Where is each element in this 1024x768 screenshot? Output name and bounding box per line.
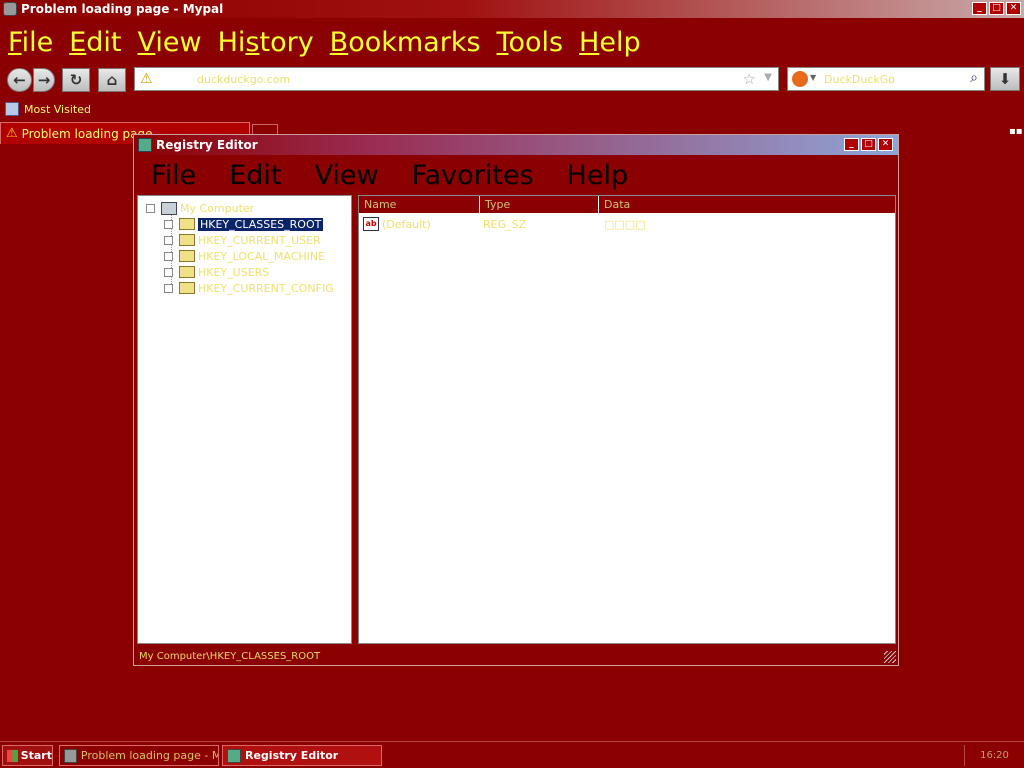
tree-item-hkey-classes-root[interactable]: HKEY_CLASSES_ROOT — [164, 216, 325, 232]
tree-item-hkey-local-machine[interactable]: HKEY_LOCAL_MACHINE — [164, 248, 325, 264]
tree-label: HKEY_CLASSES_ROOT — [196, 216, 325, 232]
expander-icon[interactable] — [164, 283, 173, 293]
folder-open-icon — [179, 218, 195, 230]
bookmark-most-visited[interactable]: Most Visited — [24, 103, 91, 116]
regedit-maximize-button[interactable]: □ — [861, 138, 876, 151]
start-label: Start — [20, 749, 52, 762]
folder-icon — [179, 250, 195, 262]
menu-bookmarks[interactable]: Bookmarks — [330, 27, 481, 58]
search-placeholder: DuckDuckGo — [824, 73, 895, 86]
most-visited-icon — [5, 102, 19, 116]
maximize-button[interactable]: □ — [989, 2, 1004, 15]
menu-view[interactable]: View — [138, 27, 202, 58]
column-name[interactable]: Name — [359, 196, 480, 213]
registry-tree-pane[interactable]: My Computer HKEY_CLASSES_ROOT HKEY_CURRE… — [137, 195, 352, 644]
expander-icon[interactable] — [164, 267, 173, 277]
window-title: Problem loading page - Mypal — [21, 2, 224, 16]
regedit-task-icon — [227, 748, 241, 763]
values-column-header: Name Type Data — [359, 196, 895, 213]
task-label: Registry Editor — [245, 749, 339, 762]
regedit-title-bar: Registry Editor _ □ ✕ — [134, 135, 898, 155]
regedit-title: Registry Editor — [156, 138, 258, 152]
browser-menu-bar: File Edit View History Bookmarks Tools H… — [0, 22, 649, 62]
reload-button[interactable]: ↻ — [62, 68, 90, 92]
column-data[interactable]: Data — [599, 196, 890, 213]
tree-item-hkey-users[interactable]: HKEY_USERS — [164, 264, 269, 280]
regedit-app-icon — [138, 138, 152, 152]
folder-icon — [179, 266, 195, 278]
string-value-icon: ab — [363, 217, 379, 231]
tree-label: HKEY_LOCAL_MACHINE — [198, 249, 326, 263]
task-label: Problem loading page - M... — [80, 749, 218, 762]
mypal-app-icon — [3, 2, 17, 16]
regedit-menu-view[interactable]: View — [314, 160, 378, 191]
minimize-button[interactable]: _ — [972, 2, 987, 15]
url-bar[interactable]: ⚠ duckduckgo.com ☆ ▼ — [134, 67, 779, 91]
computer-icon — [161, 201, 177, 215]
regedit-status-bar: My Computer\HKEY_CLASSES_ROOT — [139, 651, 321, 662]
expander-icon[interactable] — [164, 235, 173, 245]
menu-edit[interactable]: Edit — [69, 27, 121, 58]
regedit-menu-edit[interactable]: Edit — [229, 160, 281, 191]
registry-editor-window: Registry Editor _ □ ✕ File Edit View Fav… — [133, 134, 899, 666]
value-type: REG_SZ — [483, 217, 527, 231]
menu-file[interactable]: File — [8, 27, 53, 58]
tree-label: HKEY_CURRENT_USER — [198, 233, 321, 247]
home-button[interactable]: ⌂ — [98, 68, 126, 92]
forward-button[interactable]: → — [33, 68, 55, 92]
tree-label: HKEY_CURRENT_CONFIG — [198, 281, 334, 295]
value-name: (Default) — [382, 217, 431, 231]
regedit-menu-help[interactable]: Help — [567, 160, 629, 191]
taskbar-item-regedit[interactable]: Registry Editor — [222, 745, 382, 766]
menu-tools[interactable]: Tools — [497, 27, 564, 58]
system-tray-clock: 16:20 — [964, 745, 1024, 766]
search-icon[interactable]: ⌕ — [970, 70, 978, 86]
regedit-menu-favorites[interactable]: Favorites — [412, 160, 534, 191]
value-data: □□□□ — [604, 217, 646, 231]
warning-icon: ⚠ — [140, 71, 153, 87]
mypal-task-icon — [64, 748, 77, 763]
registry-values-pane[interactable]: Name Type Data ab (Default) REG_SZ □□□□ — [358, 195, 896, 644]
tree-item-hkey-current-config[interactable]: HKEY_CURRENT_CONFIG — [164, 280, 334, 296]
column-type[interactable]: Type — [480, 196, 599, 213]
value-row[interactable]: ab (Default) REG_SZ □□□□ — [363, 216, 646, 232]
folder-icon — [179, 234, 195, 246]
tab-warning-icon: ⚠ — [6, 126, 18, 141]
start-button[interactable]: Start — [2, 745, 53, 766]
expander-icon[interactable] — [164, 219, 173, 229]
regedit-close-button[interactable]: ✕ — [878, 138, 893, 151]
downloads-button[interactable]: ⬇ — [990, 67, 1020, 91]
tree-item-hkey-current-user[interactable]: HKEY_CURRENT_USER — [164, 232, 321, 248]
search-bar[interactable]: ▼ DuckDuckGo ⌕ — [787, 67, 985, 91]
expander-icon[interactable] — [164, 251, 173, 261]
taskbar: Start Problem loading page - M... Regist… — [0, 741, 1024, 768]
folder-icon — [179, 282, 195, 294]
regedit-menu-file[interactable]: File — [151, 160, 196, 191]
taskbar-item-mypal[interactable]: Problem loading page - M... — [59, 745, 219, 766]
expander-icon[interactable] — [146, 203, 155, 213]
regedit-minimize-button[interactable]: _ — [844, 138, 859, 151]
list-all-tabs-icon[interactable]: ▪▪ — [1009, 127, 1023, 137]
search-engine-icon[interactable] — [792, 71, 808, 87]
bookmark-star-icon[interactable]: ☆ — [743, 70, 756, 88]
tree-label: HKEY_USERS — [198, 265, 270, 279]
tree-label: My Computer — [180, 201, 255, 215]
windows-logo-icon — [7, 749, 18, 762]
browser-title-bar: Problem loading page - Mypal _ □ ✕ — [0, 0, 1024, 18]
tree-item-my-computer[interactable]: My Computer — [146, 200, 254, 216]
back-button[interactable]: ← — [7, 68, 32, 92]
close-button[interactable]: ✕ — [1006, 2, 1021, 15]
bookmarks-toolbar: Most Visited — [0, 100, 91, 118]
url-text: duckduckgo.com — [197, 73, 291, 86]
resize-grip[interactable] — [884, 651, 896, 663]
menu-help[interactable]: Help — [579, 27, 641, 58]
regedit-menu-bar: File Edit View Favorites Help — [134, 157, 644, 193]
engine-dropdown-icon[interactable]: ▼ — [810, 73, 816, 82]
url-dropdown-icon[interactable]: ▼ — [764, 72, 772, 83]
menu-history[interactable]: History — [218, 27, 314, 58]
